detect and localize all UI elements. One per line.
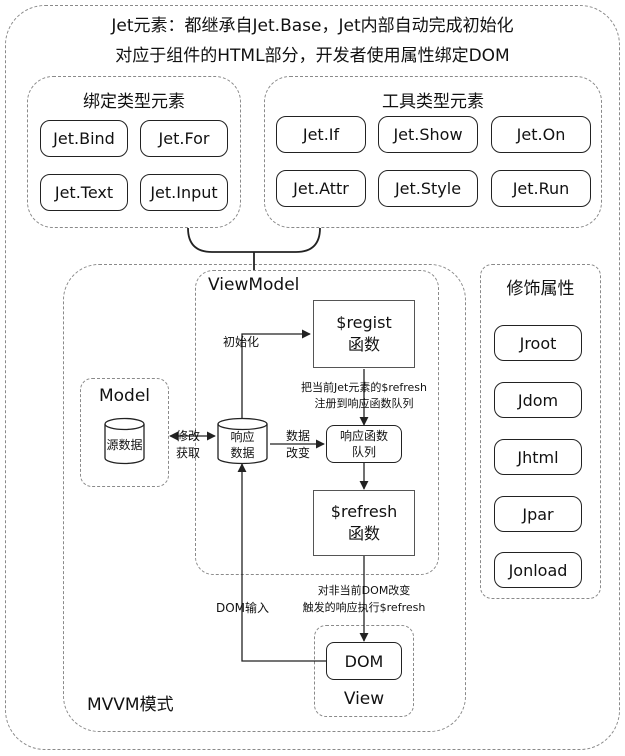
source-data-label: 源数据 [106, 438, 143, 452]
regist-function-box: $regist 函数 [313, 300, 415, 368]
refresh-function-box: $refresh 函数 [313, 490, 415, 556]
register-note-line1: 把当前Jet元素的$refresh [301, 381, 427, 394]
queue-label-line2: 队列 [351, 445, 376, 459]
register-note-line2: 注册到响应函数队列 [314, 397, 414, 410]
execute-note-line1: 对非当前DOM改变 [317, 584, 411, 597]
diagram-connectors [104, 227, 369, 662]
refresh-function-name: $refresh [330, 502, 398, 521]
response-queue-box: 响应函数 队列 [326, 425, 402, 463]
execute-note-line2: 触发的响应执行$refresh [302, 601, 426, 614]
data-change-label-line2: 改变 [286, 446, 311, 460]
regist-function-name: $regist [336, 313, 392, 332]
init-label: 初始化 [223, 335, 260, 349]
reactive-data-label-line1: 响应 [230, 430, 255, 444]
data-change-label-line1: 数据 [286, 429, 311, 443]
modify-label: 修改 [176, 429, 201, 443]
dom-input-label: DOM输入 [216, 601, 270, 615]
queue-label-line1: 响应函数 [339, 429, 388, 443]
dom-label: DOM [344, 651, 384, 671]
regist-function-suffix: 函数 [347, 335, 380, 354]
group-bracket [187, 227, 321, 253]
dom-box: DOM [326, 642, 402, 680]
refresh-function-suffix: 函数 [347, 524, 380, 543]
get-label: 获取 [176, 446, 201, 460]
reactive-data-label-line2: 数据 [230, 446, 255, 460]
